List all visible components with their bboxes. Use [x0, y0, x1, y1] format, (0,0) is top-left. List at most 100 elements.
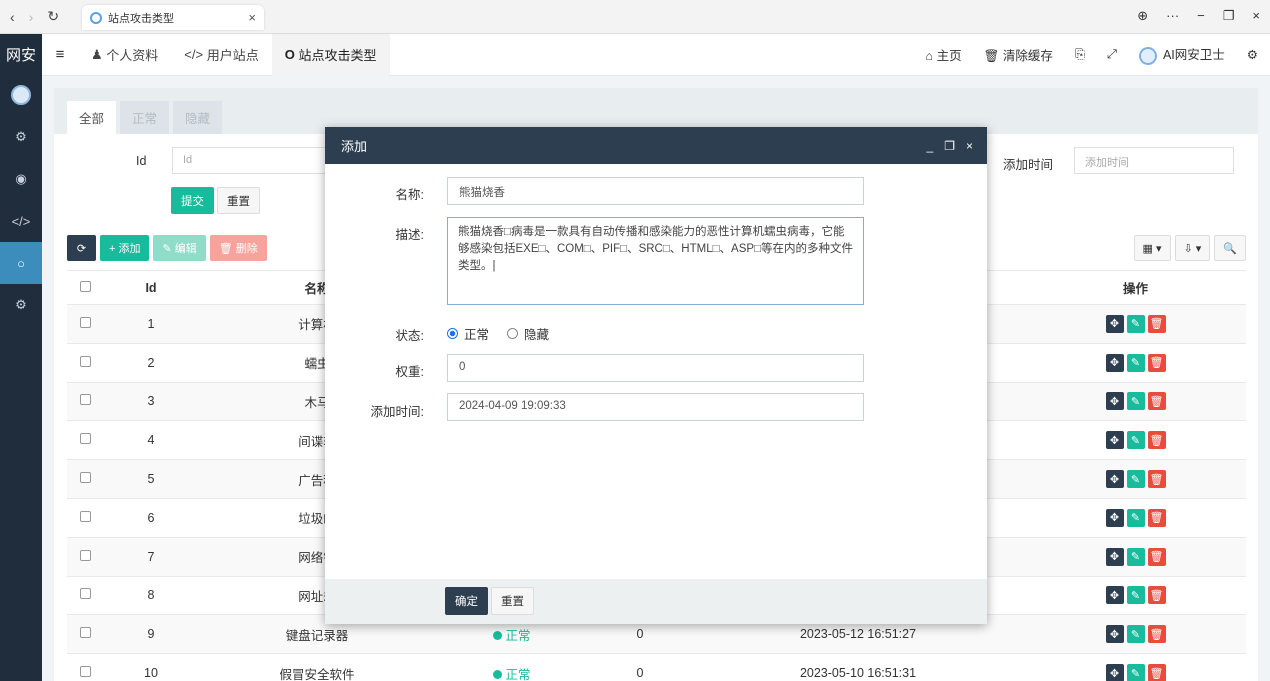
maximize-icon[interactable]: ❐	[944, 139, 955, 153]
drag-sort-icon[interactable]: ✥	[1105, 664, 1124, 681]
select-all-header[interactable]	[67, 270, 103, 305]
edit-row-icon[interactable]: ✎	[1126, 508, 1145, 527]
drag-sort-icon[interactable]: ✥	[1105, 508, 1124, 527]
status-hidden-label[interactable]: 隐藏	[524, 324, 549, 343]
row-checkbox[interactable]	[79, 666, 91, 678]
minimize-icon[interactable]: −	[1197, 8, 1205, 24]
edit-row-icon[interactable]: ✎	[1126, 664, 1145, 681]
edit-row-icon[interactable]: ✎	[1126, 586, 1145, 605]
browser-tab[interactable]: 站点攻击类型 ×	[82, 5, 264, 30]
row-checkbox[interactable]	[79, 433, 91, 445]
tab-normal[interactable]: 正常	[120, 101, 170, 134]
col-id[interactable]: Id	[103, 270, 199, 305]
drag-sort-icon[interactable]: ✥	[1105, 586, 1124, 605]
tab-hidden[interactable]: 隐藏	[173, 101, 223, 134]
row-select[interactable]	[67, 382, 103, 422]
row-select[interactable]	[67, 420, 103, 461]
sidebar-item-profile[interactable]: ◉	[0, 158, 42, 200]
delete-row-icon[interactable]: 🗑	[1147, 431, 1166, 450]
edit-row-icon[interactable]: ✎	[1126, 353, 1145, 372]
clear-cache-link[interactable]: 🗑 清除缓存	[984, 45, 1053, 64]
time-field[interactable]: 2024-04-09 19:09:33	[447, 393, 864, 421]
row-checkbox[interactable]	[79, 549, 91, 561]
delete-row-icon[interactable]: 🗑	[1147, 625, 1166, 644]
edit-row-icon[interactable]: ✎	[1126, 392, 1145, 411]
row-select[interactable]	[67, 614, 103, 655]
tab-close-icon[interactable]: ×	[248, 10, 256, 25]
back-icon[interactable]: ‹	[10, 9, 15, 25]
edit-row-icon[interactable]: ✎	[1126, 625, 1145, 644]
row-checkbox[interactable]	[79, 394, 91, 406]
reset-button[interactable]: 重置	[491, 587, 534, 615]
delete-button[interactable]: 🗑 删除	[209, 235, 267, 261]
description-field[interactable]: 熊猫烧香□病毒是一款具有自动传播和感染能力的恶性计算机蠕虫病毒，它能够感染包括E…	[447, 217, 864, 305]
more-icon[interactable]: ···	[1166, 8, 1179, 24]
row-select[interactable]	[67, 343, 103, 383]
delete-row-icon[interactable]: 🗑	[1147, 664, 1166, 681]
globe-icon[interactable]: ⊕	[1137, 8, 1148, 24]
row-checkbox[interactable]	[79, 627, 91, 639]
row-select[interactable]	[67, 304, 103, 344]
row-checkbox[interactable]	[79, 588, 91, 600]
status-normal-label[interactable]: 正常	[464, 324, 489, 343]
drag-sort-icon[interactable]: ✥	[1105, 625, 1124, 644]
row-select[interactable]	[67, 653, 103, 681]
fullscreen-icon[interactable]: ⤢	[1107, 47, 1117, 62]
select-all-checkbox[interactable]	[79, 280, 91, 292]
drag-sort-icon[interactable]: ✥	[1105, 470, 1124, 489]
row-checkbox[interactable]	[79, 316, 91, 328]
sidebar-logo[interactable]: 网安	[0, 34, 42, 74]
sidebar-item-sites[interactable]: </>	[0, 200, 42, 242]
close-window-icon[interactable]: ×	[1252, 8, 1260, 24]
delete-row-icon[interactable]: 🗑	[1147, 392, 1166, 411]
tab-all[interactable]: 全部	[67, 101, 117, 134]
tab-user-sites[interactable]: </> 用户站点	[171, 34, 271, 76]
close-icon[interactable]: ×	[966, 139, 973, 153]
row-select[interactable]	[67, 498, 103, 538]
tab-attack-types[interactable]: O 站点攻击类型	[271, 33, 390, 76]
columns-toggle-button[interactable]: ▦ ▾	[1133, 235, 1171, 261]
drag-sort-icon[interactable]: ✥	[1105, 547, 1124, 566]
weight-field[interactable]: 0	[447, 354, 864, 382]
tab-profile[interactable]: ♟ 个人资料	[78, 34, 171, 76]
restore-icon[interactable]: ❐	[1223, 8, 1235, 24]
confirm-button[interactable]: 确定	[445, 587, 488, 615]
row-select[interactable]	[67, 459, 103, 499]
name-field[interactable]: 熊猫烧香	[447, 177, 864, 205]
delete-row-icon[interactable]: 🗑	[1147, 314, 1166, 333]
translate-icon[interactable]: ⎘	[1075, 47, 1085, 62]
row-checkbox[interactable]	[79, 510, 91, 522]
id-filter-input[interactable]: Id	[172, 147, 332, 174]
add-button[interactable]: + 添加	[100, 235, 150, 261]
edit-button[interactable]: ✎ 编辑	[153, 235, 206, 261]
drag-sort-icon[interactable]: ✥	[1105, 353, 1124, 372]
menu-toggle-icon[interactable]: ≡	[42, 46, 78, 63]
edit-row-icon[interactable]: ✎	[1126, 314, 1145, 333]
row-checkbox[interactable]	[79, 472, 91, 484]
time-filter-input[interactable]: 添加时间	[1074, 147, 1234, 174]
drag-sort-icon[interactable]: ✥	[1105, 392, 1124, 411]
table-row[interactable]: 10 假冒安全软件 正常 0 2023-05-10 16:51:31 ✥ ✎ 🗑	[67, 653, 1246, 681]
drag-sort-icon[interactable]: ✥	[1105, 431, 1124, 450]
submit-button[interactable]: 提交	[171, 187, 214, 214]
delete-row-icon[interactable]: 🗑	[1147, 508, 1166, 527]
delete-row-icon[interactable]: 🗑	[1147, 353, 1166, 372]
minimize-icon[interactable]: _	[927, 139, 934, 153]
edit-row-icon[interactable]: ✎	[1126, 431, 1145, 450]
settings-icon[interactable]: ⚙	[1247, 47, 1258, 62]
export-button[interactable]: ⇩ ▾	[1174, 235, 1211, 261]
forward-icon[interactable]: ›	[29, 9, 34, 25]
status-normal-radio[interactable]	[447, 328, 458, 339]
row-checkbox[interactable]	[79, 355, 91, 367]
delete-row-icon[interactable]: 🗑	[1147, 586, 1166, 605]
refresh-button[interactable]: ⟳	[67, 235, 96, 261]
edit-row-icon[interactable]: ✎	[1126, 470, 1145, 489]
search-toggle-button[interactable]: 🔍	[1214, 235, 1246, 261]
row-select[interactable]	[67, 576, 103, 616]
home-link[interactable]: ⌂ 主页	[926, 45, 962, 64]
reload-icon[interactable]: ↻	[47, 8, 59, 25]
user-menu[interactable]: AI网安卫士	[1138, 44, 1225, 65]
reset-filter-button[interactable]: 重置	[217, 187, 260, 214]
drag-sort-icon[interactable]: ✥	[1105, 314, 1124, 333]
sidebar-item-avatar[interactable]	[0, 74, 42, 116]
